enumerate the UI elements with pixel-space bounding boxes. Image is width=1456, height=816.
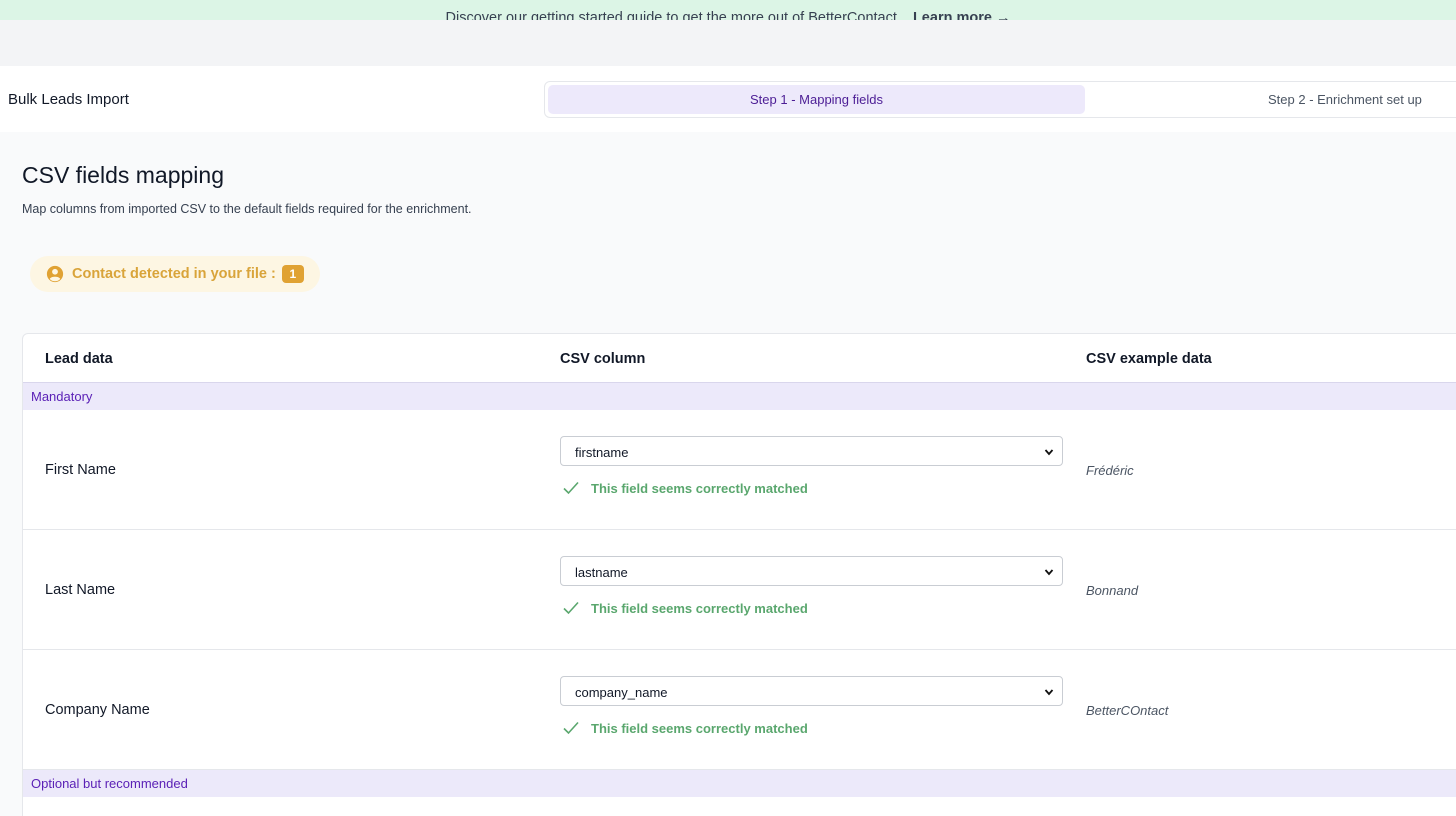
mapping-table: Lead data CSV column CSV example data Ma… <box>22 333 1456 816</box>
main-content: CSV fields mapping Map columns from impo… <box>0 132 1456 816</box>
select-value: company_name <box>575 685 668 700</box>
column-header-csv-example: CSV example data <box>1086 351 1212 367</box>
learn-more-link[interactable]: Learn more → <box>913 10 1011 20</box>
contact-detected-label: Contact detected in your file : <box>72 266 276 282</box>
csv-example-value: Frédéric <box>1086 463 1134 478</box>
column-header-lead-data: Lead data <box>45 351 113 367</box>
tab-step-2-enrichment-setup[interactable]: Step 2 - Enrichment set up <box>1205 85 1456 114</box>
table-header: Lead data CSV column CSV example data <box>23 334 1456 383</box>
chevron-down-icon <box>1044 689 1054 696</box>
select-value: firstname <box>575 445 629 460</box>
select-value: lastname <box>575 565 628 580</box>
page-subtitle: Map columns from imported CSV to the def… <box>22 202 472 216</box>
group-header-mandatory: Mandatory <box>23 383 1456 410</box>
csv-column-select-company-name[interactable]: company_name <box>560 676 1063 706</box>
chevron-down-icon <box>1044 449 1054 456</box>
app-title: Bulk Leads Import <box>8 91 129 108</box>
match-status: This field seems correctly matched <box>562 599 808 617</box>
match-status: This field seems correctly matched <box>562 479 808 497</box>
match-status-text: This field seems correctly matched <box>591 480 808 496</box>
check-icon <box>563 601 579 615</box>
csv-example-value: BetterCOntact <box>1086 703 1169 718</box>
banner-text: Discover our getting started guide to ge… <box>445 10 901 20</box>
page-title: CSV fields mapping <box>22 162 224 188</box>
match-status: This field seems correctly matched <box>562 719 808 737</box>
lead-field-label: Last Name <box>45 582 116 598</box>
csv-column-select-first-name[interactable]: firstname <box>560 436 1063 466</box>
table-row: Company Name company_name This field see… <box>23 650 1456 770</box>
person-circle-icon <box>46 265 64 283</box>
contact-count-badge: 1 <box>281 265 304 283</box>
column-header-csv-column: CSV column <box>560 351 646 367</box>
check-icon <box>563 481 579 495</box>
csv-column-select-last-name[interactable]: lastname <box>560 556 1063 586</box>
top-bar: Bulk Leads Import Step 1 - Mapping field… <box>0 66 1456 132</box>
announcement-banner: Discover our getting started guide to ge… <box>0 0 1456 20</box>
tab-step-1-mapping-fields[interactable]: Step 1 - Mapping fields <box>548 85 1085 114</box>
table-row: First Name firstname This field seems co… <box>23 410 1456 530</box>
group-header-optional: Optional but recommended <box>23 770 1456 797</box>
step-tabs: Step 1 - Mapping fields Step 2 - Enrichm… <box>544 81 1456 118</box>
match-status-text: This field seems correctly matched <box>591 600 808 616</box>
table-row: Last Name lastname This field seems corr… <box>23 530 1456 650</box>
chevron-down-icon <box>1044 569 1054 576</box>
match-status-text: This field seems correctly matched <box>591 720 808 736</box>
contact-detected-badge: Contact detected in your file : 1 <box>30 256 320 292</box>
lead-field-label: First Name <box>45 462 116 478</box>
check-icon <box>563 721 579 735</box>
csv-example-value: Bonnand <box>1086 583 1139 598</box>
lead-field-label: Company Name <box>45 702 150 718</box>
